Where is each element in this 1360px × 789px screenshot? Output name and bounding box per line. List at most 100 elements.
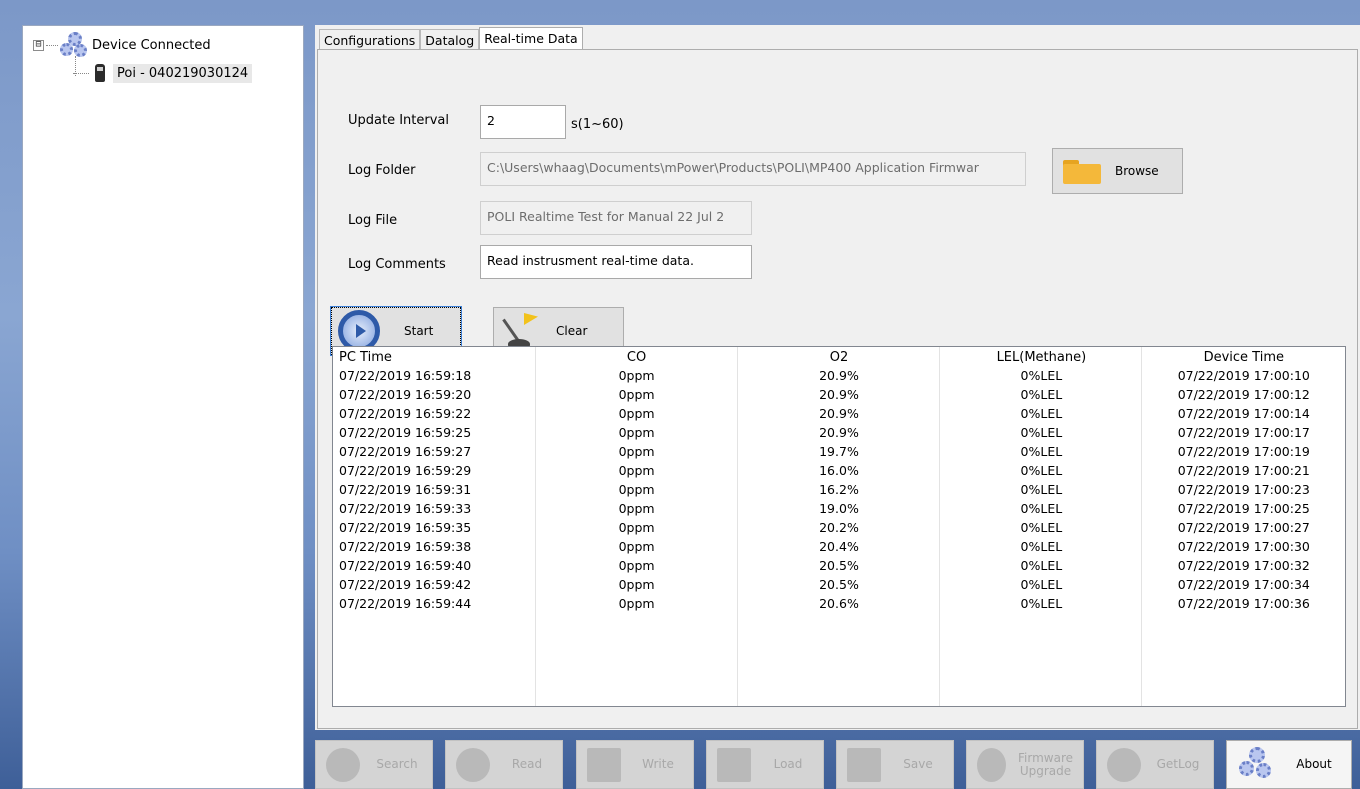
getlog-icon <box>1107 747 1141 782</box>
cell-lel: 0%LEL <box>1020 463 1063 478</box>
load-icon <box>717 747 751 782</box>
getlog-label: GetLog <box>1156 757 1200 771</box>
column-divider <box>737 347 738 706</box>
table-row[interactable]: 07/22/2019 16:59:18 0ppm 20.9% 0%LEL 07/22/2… <box>333 366 1345 385</box>
table-row[interactable]: 07/22/2019 16:59:31 0ppm 16.2% 0%LEL 07/22/2… <box>333 480 1345 499</box>
cell-pc-time: 07/22/2019 16:59:31 <box>339 482 472 497</box>
table-header-row: PC Time CO O2 LEL(Methane) Device Time <box>333 347 1345 366</box>
table-row[interactable]: 07/22/2019 16:59:38 0ppm 20.4% 0%LEL 07/22/2… <box>333 537 1345 556</box>
firmware-upgrade-button[interactable]: Firmware Upgrade <box>966 740 1084 789</box>
cell-pc-time: 07/22/2019 16:59:29 <box>339 463 472 478</box>
write-button[interactable]: Write <box>576 740 694 789</box>
cell-device-time: 07/22/2019 17:00:30 <box>1177 539 1310 554</box>
table-row[interactable]: 07/22/2019 16:59:22 0ppm 20.9% 0%LEL 07/22/2… <box>333 404 1345 423</box>
log-comments-label: Log Comments <box>348 257 446 272</box>
header-co[interactable]: CO <box>535 347 737 366</box>
cell-o2: 20.9% <box>819 368 859 383</box>
header-o2[interactable]: O2 <box>738 347 940 366</box>
cell-co: 0ppm <box>618 520 655 535</box>
table-row[interactable]: 07/22/2019 16:59:44 0ppm 20.6% 0%LEL 07/22/2… <box>333 594 1345 613</box>
cell-o2: 16.0% <box>819 463 859 478</box>
cell-lel: 0%LEL <box>1020 577 1063 592</box>
cell-device-time: 07/22/2019 17:00:14 <box>1177 406 1310 421</box>
cell-o2: 20.6% <box>819 596 859 611</box>
tree-connector <box>46 44 58 46</box>
tab-configurations[interactable]: Configurations <box>319 29 421 50</box>
header-pc-time[interactable]: PC Time <box>333 347 535 366</box>
cell-co: 0ppm <box>618 368 655 383</box>
header-device-time[interactable]: Device Time <box>1143 347 1345 366</box>
header-lel[interactable]: LEL(Methane) <box>940 347 1142 366</box>
cell-pc-time: 07/22/2019 16:59:35 <box>339 520 472 535</box>
cell-o2: 20.9% <box>819 425 859 440</box>
cell-pc-time: 07/22/2019 16:59:33 <box>339 501 472 516</box>
cell-device-time: 07/22/2019 17:00:27 <box>1177 520 1310 535</box>
read-icon <box>456 747 490 782</box>
log-folder-field: C:\Users\whaag\Documents\mPower\Products… <box>480 152 1026 186</box>
getlog-button[interactable]: GetLog <box>1096 740 1214 789</box>
write-label: Write <box>642 757 674 771</box>
read-button[interactable]: Read <box>445 740 563 789</box>
cell-lel: 0%LEL <box>1020 482 1063 497</box>
firmware-icon <box>977 747 1006 782</box>
cell-device-time: 07/22/2019 17:00:25 <box>1177 501 1310 516</box>
cell-device-time: 07/22/2019 17:00:21 <box>1177 463 1310 478</box>
cell-lel: 0%LEL <box>1020 539 1063 554</box>
read-label: Read <box>511 757 543 771</box>
tab-realtime-data[interactable]: Real-time Data <box>479 27 583 50</box>
cell-lel: 0%LEL <box>1020 501 1063 516</box>
cell-lel: 0%LEL <box>1020 444 1063 459</box>
table-row[interactable]: 07/22/2019 16:59:27 0ppm 19.7% 0%LEL 07/22/2… <box>333 442 1345 461</box>
main-panel: Configurations Datalog Real-time Data Up… <box>315 25 1360 730</box>
search-button[interactable]: Search <box>315 740 433 789</box>
cell-pc-time: 07/22/2019 16:59:42 <box>339 577 472 592</box>
browse-button[interactable]: Browse <box>1052 148 1183 194</box>
save-button[interactable]: Save <box>836 740 954 789</box>
cell-lel: 0%LEL <box>1020 387 1063 402</box>
cell-co: 0ppm <box>618 444 655 459</box>
cell-co: 0ppm <box>618 387 655 402</box>
cell-co: 0ppm <box>618 577 655 592</box>
save-icon <box>847 747 881 782</box>
cell-device-time: 07/22/2019 17:00:17 <box>1177 425 1310 440</box>
tab-datalog[interactable]: Datalog <box>420 29 480 50</box>
cell-lel: 0%LEL <box>1020 558 1063 573</box>
cell-co: 0ppm <box>618 425 655 440</box>
firmware-label-line2: Upgrade <box>1019 763 1072 778</box>
tree-root-label: Device Connected <box>92 37 211 53</box>
clear-label: Clear <box>556 324 588 338</box>
tree-node-device-connected[interactable]: ⊟ Device Connected <box>33 32 211 57</box>
start-label: Start <box>404 324 434 338</box>
about-label: About <box>1296 757 1332 771</box>
cell-lel: 0%LEL <box>1020 596 1063 611</box>
update-interval-input[interactable]: 2 <box>480 105 566 139</box>
realtime-data-table[interactable]: PC Time CO O2 LEL(Methane) Device Time 0… <box>332 346 1346 707</box>
cell-device-time: 07/22/2019 17:00:12 <box>1177 387 1310 402</box>
about-button[interactable]: About <box>1226 740 1352 789</box>
table-row[interactable]: 07/22/2019 16:59:29 0ppm 16.0% 0%LEL 07/22/2… <box>333 461 1345 480</box>
collapse-icon[interactable]: ⊟ <box>33 39 44 51</box>
firmware-label: Firmware Upgrade <box>1018 751 1083 778</box>
cell-co: 0ppm <box>618 539 655 554</box>
table-row[interactable]: 07/22/2019 16:59:40 0ppm 20.5% 0%LEL 07/22/2… <box>333 556 1345 575</box>
load-button[interactable]: Load <box>706 740 824 789</box>
table-row[interactable]: 07/22/2019 16:59:25 0ppm 20.9% 0%LEL 07/22/2… <box>333 423 1345 442</box>
log-folder-label: Log Folder <box>348 163 416 178</box>
table-row[interactable]: 07/22/2019 16:59:35 0ppm 20.2% 0%LEL 07/22/2… <box>333 518 1345 537</box>
browse-label-text: Browse <box>1115 164 1159 178</box>
tree-node-device[interactable]: Poi - 040219030124 <box>73 62 253 84</box>
cell-co: 0ppm <box>618 558 655 573</box>
search-label: Search <box>376 757 418 771</box>
device-tree-panel[interactable]: ⊟ Device Connected Poi - 040219030124 <box>22 25 304 789</box>
table-row[interactable]: 07/22/2019 16:59:33 0ppm 19.0% 0%LEL 07/22/2… <box>333 499 1345 518</box>
update-interval-label: Update Interval <box>348 113 449 128</box>
cell-device-time: 07/22/2019 17:00:19 <box>1177 444 1310 459</box>
log-comments-input[interactable]: Read instrusment real-time data. <box>480 245 752 279</box>
update-interval-hint: s(1~60) <box>571 117 624 132</box>
table-row[interactable]: 07/22/2019 16:59:20 0ppm 20.9% 0%LEL 07/22/2… <box>333 385 1345 404</box>
cell-pc-time: 07/22/2019 16:59:40 <box>339 558 472 573</box>
table-row[interactable]: 07/22/2019 16:59:42 0ppm 20.5% 0%LEL 07/22/2… <box>333 575 1345 594</box>
cell-o2: 19.0% <box>819 501 859 516</box>
cell-o2: 20.9% <box>819 406 859 421</box>
cell-co: 0ppm <box>618 482 655 497</box>
